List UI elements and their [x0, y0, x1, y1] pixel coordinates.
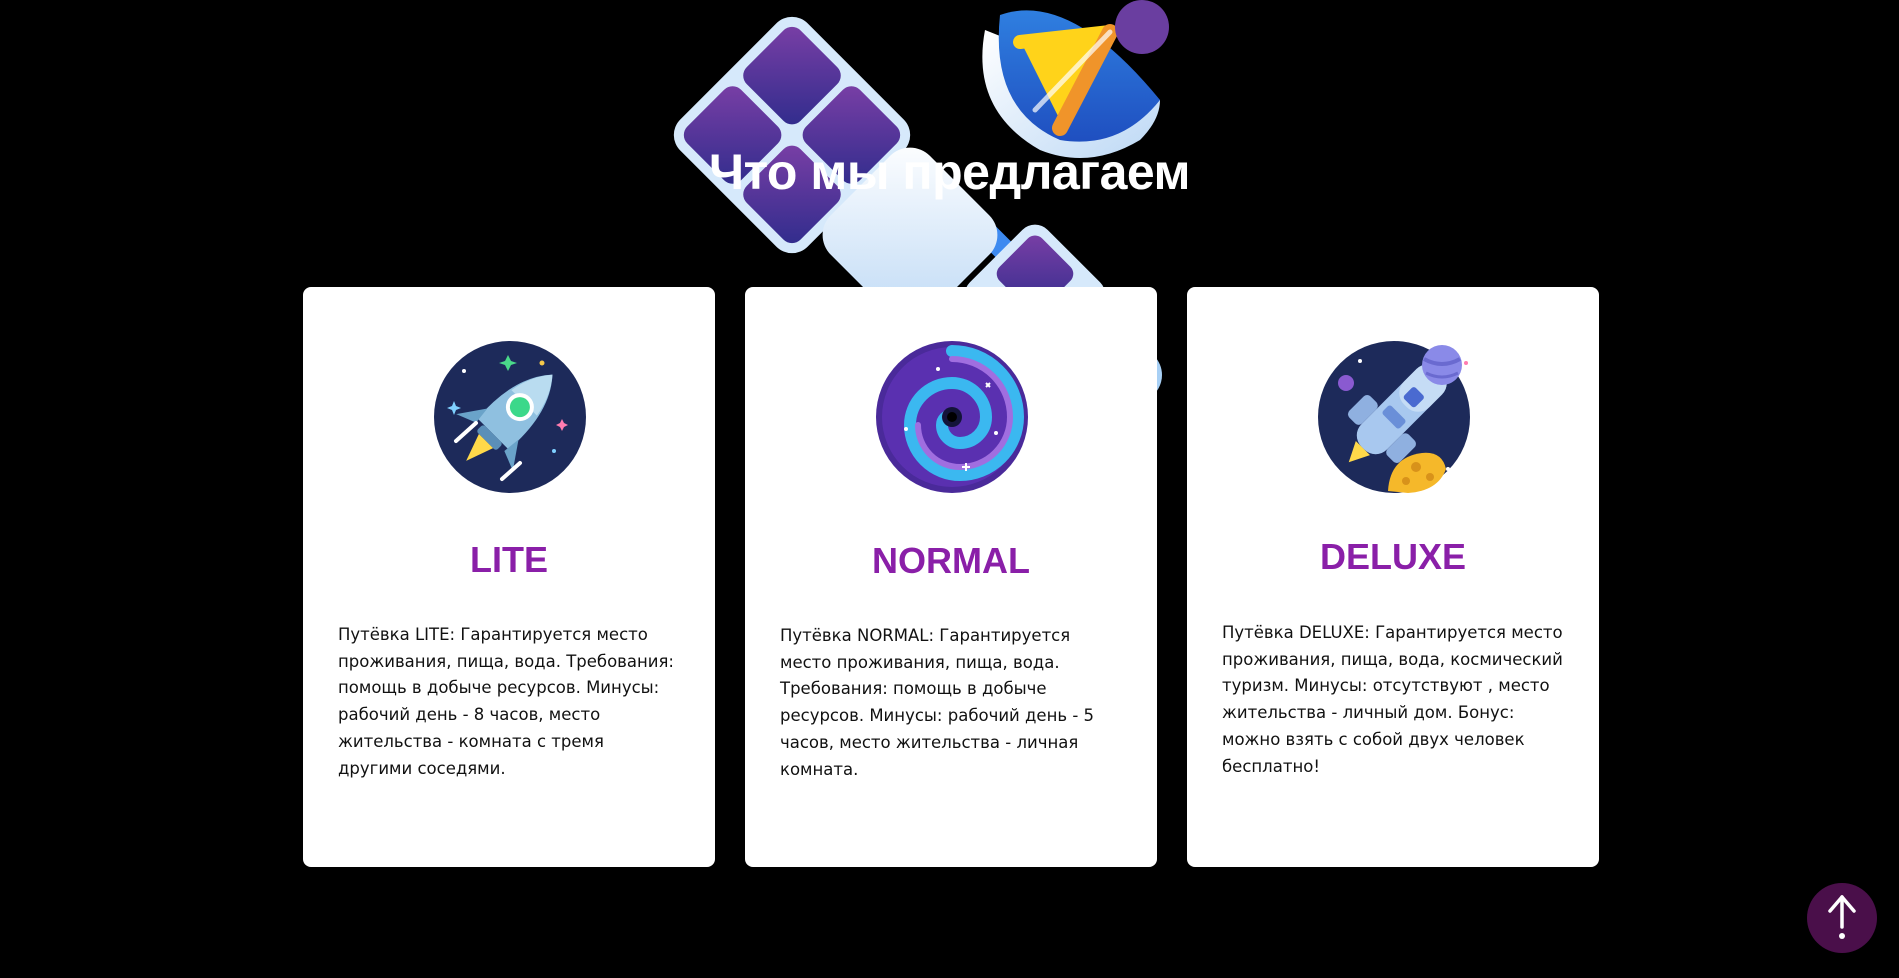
plan-description: Путёвка NORMAL: Гарантируется место прож…: [780, 626, 1095, 779]
arrow-up-icon: [1828, 895, 1856, 939]
section-title: Что мы предлагаем: [708, 144, 1191, 200]
rocket-icon: [434, 341, 586, 493]
galaxy-icon: [876, 341, 1028, 493]
scroll-to-top-button[interactable]: [1807, 883, 1877, 953]
plan-description: Путёвка DELUXE: Гарантируется место прож…: [1222, 623, 1563, 776]
plan-card-normal: NORMAL Путёвка NORMAL: Гарантируется мес…: [745, 287, 1157, 867]
plan-card-lite: LITE Путёвка LITE: Гарантируется место п…: [303, 287, 715, 867]
plan-card-deluxe: DELUXE Путёвка DELUXE: Гарантируется мес…: [1187, 287, 1599, 867]
spaceship-icon: [1318, 341, 1470, 493]
page: Что мы предлагаем LITE Путёвка LITE: Гар…: [0, 0, 1899, 978]
plan-description: Путёвка LITE: Гарантируется место прожив…: [338, 625, 674, 778]
plan-name: DELUXE: [1319, 536, 1467, 577]
plan-name: NORMAL: [872, 540, 1030, 581]
plan-name: LITE: [470, 539, 548, 580]
